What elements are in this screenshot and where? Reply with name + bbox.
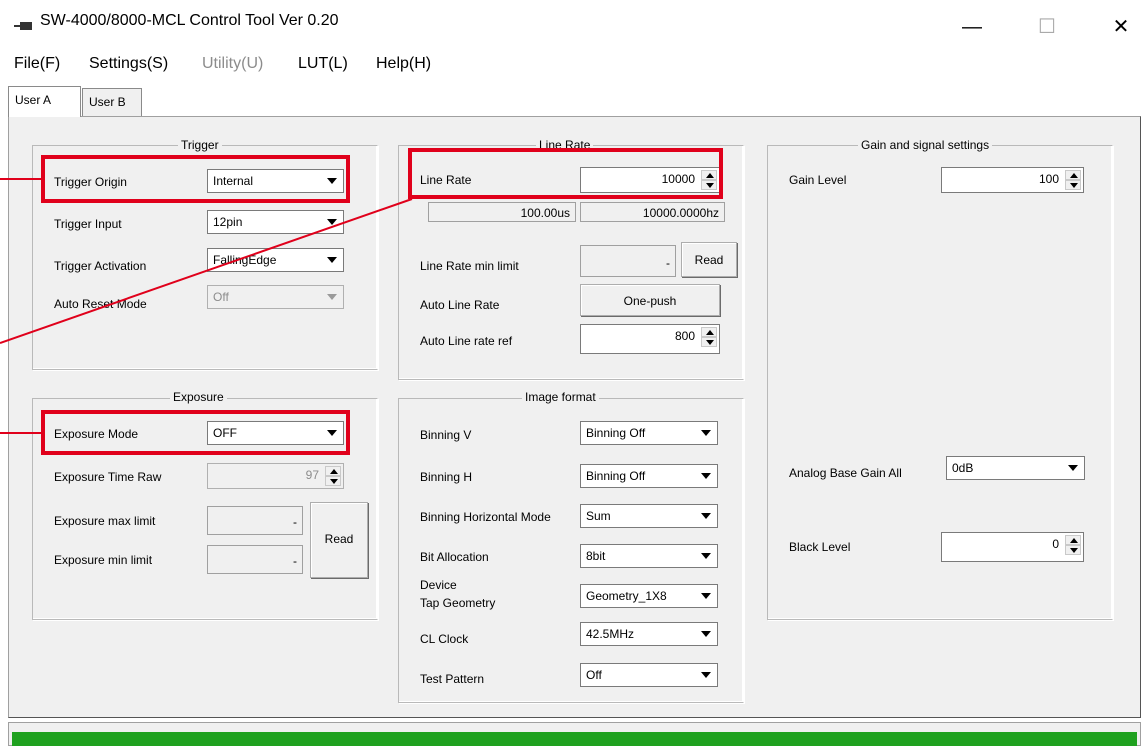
chevron-down-icon [695,585,717,607]
binning-h-label: Binning H [420,470,473,484]
analog-base-gain-value: 0dB [952,461,974,475]
spin-up-icon[interactable] [325,466,341,476]
tap-geometry-select[interactable]: Geometry_1X8 [580,584,718,608]
cl-clock-select[interactable]: 42.5MHz [580,622,718,646]
chevron-down-icon [1062,457,1084,479]
black-level-label: Black Level [789,540,851,554]
exposure-time-raw-label: Exposure Time Raw [54,470,162,484]
line-rate-read-button[interactable]: Read [681,242,737,277]
exposure-max-label: Exposure max limit [54,514,156,528]
analog-base-gain-select[interactable]: 0dB [946,456,1085,480]
close-button[interactable]: ✕ [1101,14,1141,40]
chevron-down-icon [695,505,717,527]
maximize-button[interactable]: ☐ [1027,14,1067,40]
line-rate-min-limit-label: Line Rate min limit [420,259,519,273]
chevron-down-icon [695,623,717,645]
spin-down-icon[interactable] [325,476,341,486]
highlight-line-rate [408,148,723,199]
line-period-readout: 100.00us [428,202,576,222]
binning-v-value: Binning Off [586,426,646,440]
gain-level-spinner[interactable]: 100 [941,167,1084,193]
spin-up-icon[interactable] [1065,535,1081,545]
analog-base-gain-label: Analog Base Gain All [789,466,902,480]
gain-level-value: 100 [1038,172,1059,186]
binning-h-value: Binning Off [586,469,646,483]
exposure-time-raw-value: 97 [305,468,319,482]
exposure-time-raw-spinner[interactable]: 97 [207,463,344,489]
tap-geometry-label-line1: Device [420,578,457,592]
spin-down-icon[interactable] [1065,180,1081,190]
chevron-down-icon [695,545,717,567]
chevron-down-icon [695,465,717,487]
line-rate-hz-readout: 10000.0000hz [580,202,725,222]
gain-signal-group-title: Gain and signal settings [858,138,993,152]
chevron-down-icon [695,664,717,686]
annotation-lines [0,178,413,434]
black-level-value: 0 [1052,537,1059,551]
binning-h-mode-select[interactable]: Sum [580,504,718,528]
bit-allocation-select[interactable]: 8bit [580,544,718,568]
auto-line-rate-ref-label: Auto Line rate ref [420,334,513,348]
one-push-button[interactable]: One-push [580,284,720,316]
binning-h-mode-label: Binning Horizontal Mode [420,510,551,524]
line-rate-min-limit-value: - [580,245,676,277]
progress-bar [12,732,1137,746]
spin-down-icon[interactable] [701,337,717,347]
minimize-button[interactable]: — [952,14,992,40]
test-pattern-label: Test Pattern [420,672,485,686]
chevron-down-icon [695,422,717,444]
spin-up-icon[interactable] [701,327,717,337]
auto-line-rate-label: Auto Line Rate [420,298,500,312]
spin-down-icon[interactable] [1065,545,1081,555]
binning-h-mode-value: Sum [586,509,611,523]
cl-clock-value: 42.5MHz [586,627,635,641]
exposure-min-value: - [207,545,303,574]
binning-h-select[interactable]: Binning Off [580,464,718,488]
image-format-group-title: Image format [522,390,599,404]
exposure-max-value: - [207,506,303,535]
spin-up-icon[interactable] [1065,170,1081,180]
exposure-min-label: Exposure min limit [54,553,153,567]
binning-v-select[interactable]: Binning Off [580,421,718,445]
bit-allocation-label: Bit Allocation [420,550,489,564]
tap-geometry-value: Geometry_1X8 [586,589,667,603]
gain-level-label: Gain Level [789,173,847,187]
black-level-spinner[interactable]: 0 [941,532,1084,562]
bit-allocation-value: 8bit [586,549,606,563]
tap-geometry-label-line2: Tap Geometry [420,596,496,610]
cl-clock-label: CL Clock [420,632,469,646]
test-pattern-value: Off [586,668,602,682]
exposure-read-button[interactable]: Read [310,502,368,578]
auto-line-rate-ref-spinner[interactable]: 800 [580,324,720,354]
test-pattern-select[interactable]: Off [580,663,718,687]
auto-line-rate-ref-value: 800 [674,329,695,343]
